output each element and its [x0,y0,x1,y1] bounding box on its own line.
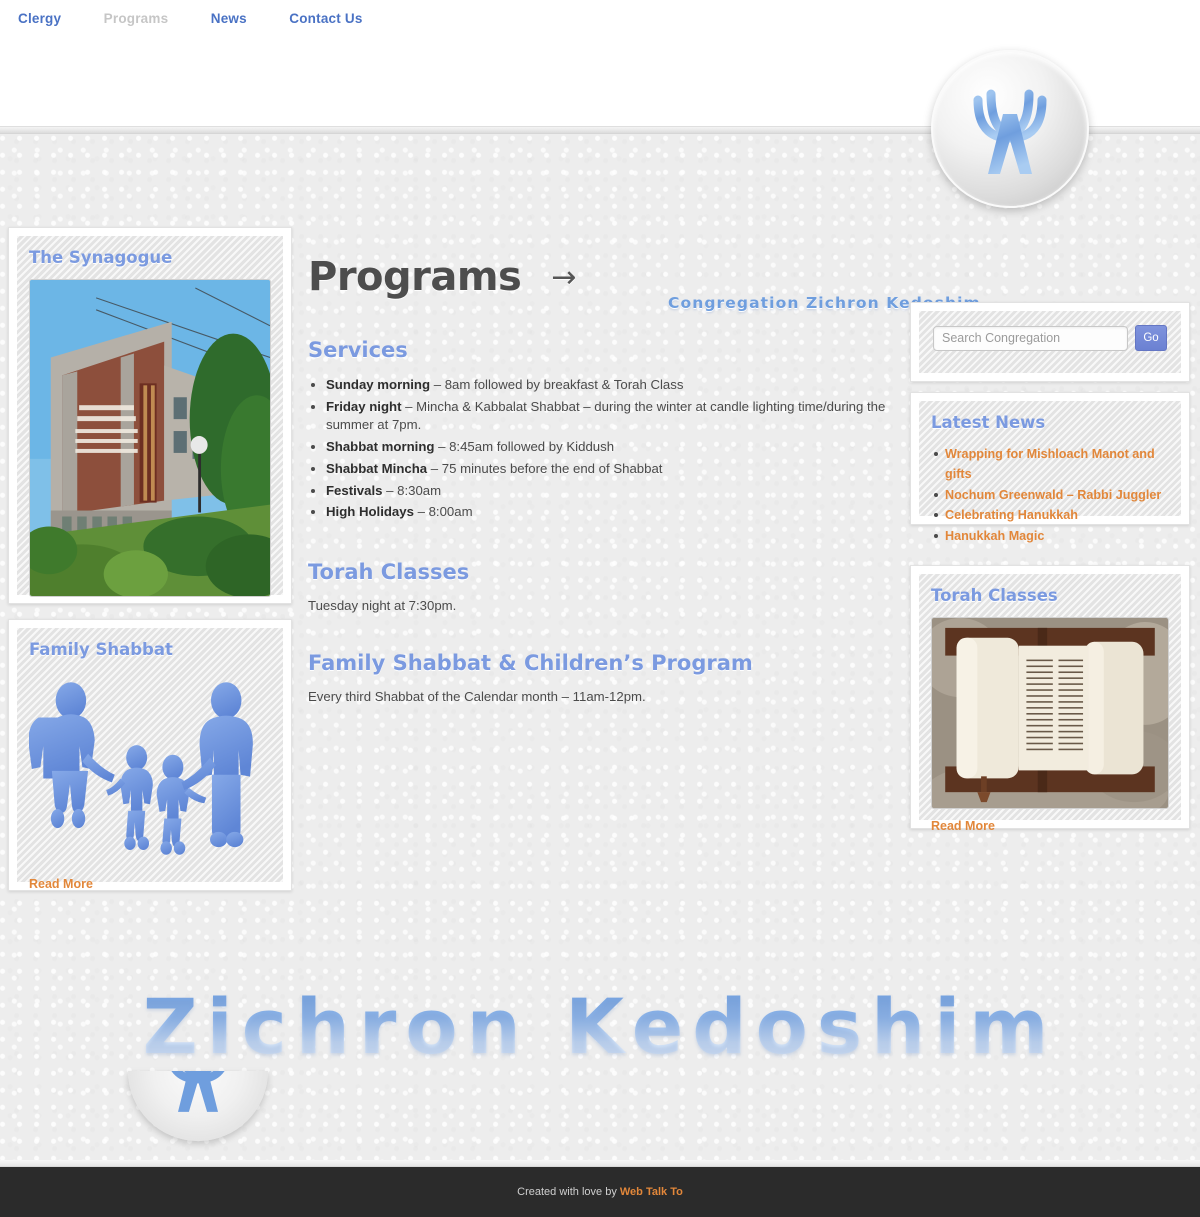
list-item[interactable]: Nochum Greenwald – Rabbi Juggler [934,485,1169,505]
footer-credit-text: Created with love by [517,1186,620,1198]
footer-divider [0,1160,1200,1167]
widget-torah-classes-title: Torah Classes [931,586,1058,605]
list-item: Friday night – Mincha & Kabbalat Shabbat… [326,398,893,435]
news-list: Wrapping for Mishloach Manot and gifts N… [931,444,1169,546]
page-title: Programs → [308,254,893,300]
section-title-services: Services [308,338,408,362]
list-item: Festivals – 8:30am [326,482,893,501]
main-content: Programs → Services Sunday morning – 8am… [308,254,893,704]
list-item[interactable]: Wrapping for Mishloach Manot and gifts [934,444,1169,485]
nav-item-news[interactable]: News [211,11,247,26]
nav-item-clergy[interactable]: Clergy [18,11,61,26]
footer-credit-link[interactable]: Web Talk To [620,1186,683,1198]
open-torah-scroll-photo [931,617,1169,809]
widget-synagogue-title: The Synagogue [29,248,173,267]
widget-family-shabbat-title: Family Shabbat [29,640,173,659]
search-input[interactable] [933,325,1128,351]
page-content-area: Congregation Zichron Kedoshim The Synago… [0,134,1200,1162]
family-shabbat-read-more-link[interactable]: Read More [29,877,93,891]
footer-wordmark: Zichron Kedoshim [0,989,1200,1065]
search-go-button[interactable]: Go [1135,325,1167,351]
section-text-family-shabbat: Every third Shabbat of the Calendar mont… [308,689,646,705]
widget-family-shabbat: Family Shabbat Read More [8,619,292,891]
menorah-icon[interactable] [931,50,1089,208]
section-title-family-shabbat: Family Shabbat & Children’s Program [308,651,753,676]
list-item: Shabbat morning – 8:45am followed by Kid… [326,438,893,457]
widget-latest-news: Latest News Wrapping for Mishloach Manot… [910,392,1190,543]
section-title-torah-classes: Torah Classes [308,560,470,585]
list-item[interactable]: Celebrating Hanukkah [934,505,1169,525]
list-item: Sunday morning – 8am followed by breakfa… [326,376,893,395]
nav-item-contact-us[interactable]: Contact Us [289,11,362,26]
widget-latest-news-title: Latest News [931,413,1046,432]
arrow-right-icon: → [551,259,577,295]
widget-synagogue: The Synagogue [8,227,292,604]
section-text-torah-classes: Tuesday night at 7:30pm. [308,598,457,614]
services-list: Sunday morning – 8am followed by breakfa… [308,376,893,522]
main-navigation: Clergy Programs News Contact Us [18,10,401,28]
page-title-text: Programs [308,254,522,300]
list-item: Shabbat Mincha – 75 minutes before the e… [326,460,893,479]
widget-torah-classes: Torah Classes Read More [910,565,1190,833]
list-item[interactable]: Hanukkah Magic [934,526,1169,546]
footer-bar: Created with love by Web Talk To [0,1167,1200,1217]
widget-search: Go [910,302,1190,382]
torah-classes-read-more-link[interactable]: Read More [931,819,995,833]
footer-credit: Created with love by Web Talk To [517,1186,683,1198]
list-item: High Holidays – 8:00am [326,503,893,522]
nav-item-programs[interactable]: Programs [104,11,169,26]
family-silhouette-illustration [29,671,271,867]
synagogue-building-photo [29,279,271,597]
menorah-icon [128,1071,268,1141]
